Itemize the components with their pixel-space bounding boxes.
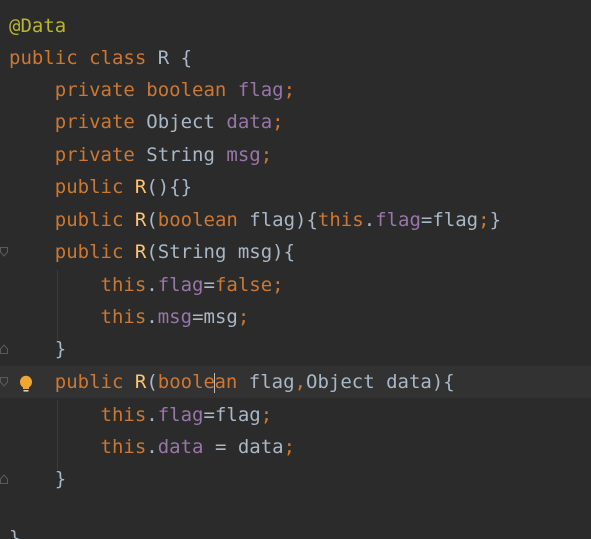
keyword-token: class — [89, 47, 147, 69]
brace-token: { — [169, 47, 193, 69]
dot-token: . — [146, 436, 158, 458]
fold-marker-icon[interactable] — [0, 247, 8, 257]
dot-token: . — [146, 404, 158, 426]
code-line-12-current[interactable]: public R(boolean flag,Object data){ — [0, 366, 591, 398]
param-token: data){ — [374, 371, 455, 393]
code-line-3[interactable]: private boolean flag; — [0, 74, 591, 106]
semicolon-token: ; — [237, 306, 250, 328]
code-line-4[interactable]: private Object data; — [0, 106, 591, 138]
semicolon-token: ; — [283, 436, 296, 458]
code-line-14[interactable]: this.data = data; — [0, 431, 591, 463]
semicolon-token: ; — [272, 274, 284, 296]
semicolon-token: ; — [260, 404, 273, 426]
method-token: R — [134, 176, 147, 198]
semicolon-token: ; — [283, 79, 296, 101]
paren-token: ( — [146, 371, 158, 393]
annotation-token: @Data — [9, 15, 67, 37]
param-token: msg){ — [226, 241, 296, 263]
semicolon-token: ; — [260, 144, 273, 166]
keyword-token: private — [54, 79, 135, 101]
semicolon-token: ; — [478, 209, 490, 231]
assign-token: = — [203, 274, 215, 296]
keyword-token: public — [54, 241, 124, 263]
type-token: Object — [146, 111, 215, 133]
fold-marker-icon[interactable] — [0, 474, 8, 484]
code-line-5[interactable]: private String msg; — [0, 139, 591, 171]
keyword-token: this — [100, 306, 147, 328]
field-token: msg — [226, 144, 261, 166]
paren-token: (){} — [146, 176, 193, 198]
keyword-token: this — [317, 209, 364, 231]
paren-token: ( — [146, 209, 158, 231]
code-line-9[interactable]: this.flag=false; — [0, 269, 591, 301]
keyword-token: public — [54, 371, 124, 393]
type-token: String — [146, 144, 215, 166]
code-editor[interactable]: @Data public class R { private boolean f… — [0, 0, 591, 539]
param-token: flag){ — [237, 209, 318, 231]
brace-token: } — [9, 527, 21, 539]
keyword-token: boolean — [157, 209, 238, 231]
code-line-1[interactable]: @Data — [0, 10, 591, 42]
dot-token: . — [363, 209, 376, 231]
keyword-token: private — [54, 111, 135, 133]
field-token: data — [226, 111, 273, 133]
keyword-token: boolean — [146, 79, 227, 101]
type-token: String — [157, 241, 227, 263]
semicolon-token: ; — [272, 111, 284, 133]
assign-token: =flag — [420, 209, 479, 231]
method-token: R — [134, 241, 147, 263]
dot-token: . — [146, 306, 158, 328]
comma-token: , — [294, 371, 307, 393]
field-token: msg — [157, 306, 193, 328]
brace-token: } — [54, 468, 67, 490]
method-token: R — [134, 371, 147, 393]
method-token: R — [134, 209, 147, 231]
class-name-token: R — [157, 47, 170, 69]
param-token: flag — [237, 371, 295, 393]
brace-token: } — [489, 209, 502, 231]
field-token: flag — [237, 79, 284, 101]
keyword-token: false — [214, 274, 273, 296]
code-line-11[interactable]: } — [0, 333, 591, 365]
keyword-token: an — [214, 371, 238, 393]
code-line-15[interactable]: } — [0, 463, 591, 495]
field-token: flag — [157, 274, 204, 296]
field-token: data — [157, 436, 204, 458]
keyword-token: boole — [157, 371, 215, 393]
keyword-token: public — [54, 176, 124, 198]
field-token: flag — [157, 404, 204, 426]
type-token: Object — [306, 371, 375, 393]
dot-token: . — [146, 274, 158, 296]
code-line-13[interactable]: this.flag=flag; — [0, 399, 591, 431]
code-line-7[interactable]: public R(boolean flag){this.flag=flag;} — [0, 204, 591, 236]
paren-token: ( — [146, 241, 158, 263]
fold-marker-icon[interactable] — [0, 344, 8, 354]
brace-token: } — [54, 338, 67, 360]
assign-token: =flag — [203, 404, 261, 426]
keyword-token: this — [100, 274, 147, 296]
fold-marker-icon[interactable] — [0, 377, 8, 387]
keyword-token: public — [54, 209, 124, 231]
keyword-token: this — [100, 404, 147, 426]
keyword-token: public — [9, 47, 78, 69]
code-line-2[interactable]: public class R { — [0, 42, 591, 74]
assign-token: =msg — [192, 306, 238, 328]
field-token: flag — [375, 209, 421, 231]
code-line-16[interactable]: } — [0, 522, 591, 539]
code-line-6[interactable]: public R(){} — [0, 171, 591, 203]
keyword-token: this — [100, 436, 147, 458]
assign-token: = data — [203, 436, 284, 458]
keyword-token: private — [54, 144, 135, 166]
code-line-10[interactable]: this.msg=msg; — [0, 301, 591, 333]
code-line-8[interactable]: public R(String msg){ — [0, 236, 591, 268]
